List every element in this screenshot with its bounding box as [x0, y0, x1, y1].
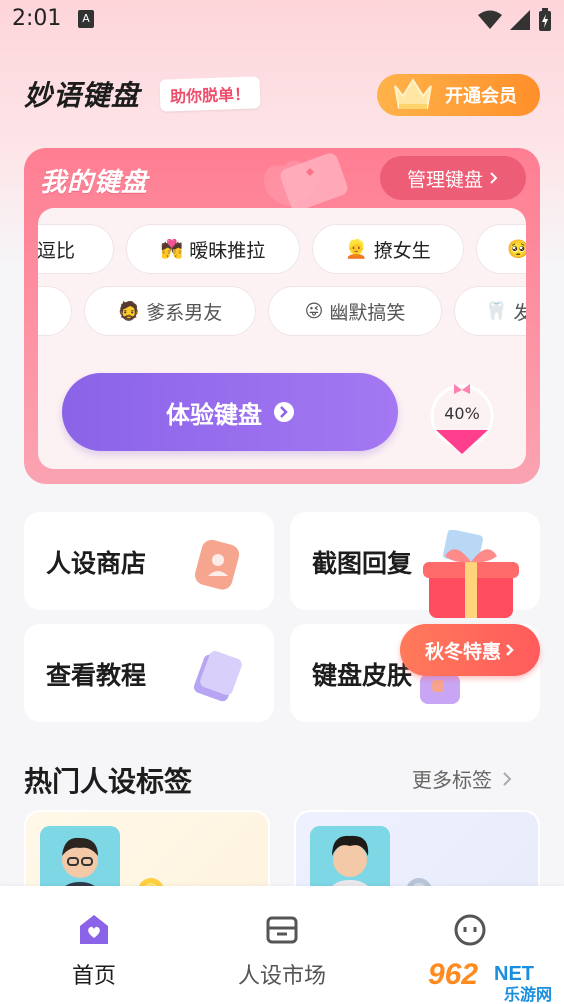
tag-label: 幽默搞笑 — [329, 301, 406, 324]
hot-persona-tags-title: 热门人设标签 — [24, 765, 193, 798]
keyboard-progress: 40% — [430, 376, 494, 454]
tag-chip[interactable]: 😜 幽默搞笑 — [268, 286, 442, 336]
site-watermark-logo: 962 NET 乐游网 — [424, 954, 564, 1004]
tag-label: 逗比 — [38, 239, 75, 262]
kiss-emoji-icon: 💏 — [160, 238, 184, 260]
tag-label: 发 — [513, 301, 526, 324]
chevron-right-icon — [506, 644, 514, 656]
chevron-right-icon — [503, 771, 512, 786]
manage-keyboard-button[interactable]: 管理键盘 — [380, 156, 526, 200]
winking-emoji-icon: 😜 — [304, 300, 324, 322]
watermark-site: 乐游网 — [504, 985, 552, 1004]
nav-home[interactable]: 首页 — [0, 886, 188, 1004]
app-title: 妙语键盘 — [24, 79, 141, 112]
home-icon — [80, 915, 108, 944]
watermark-suffix: NET — [494, 963, 534, 985]
tag-label: 暧昧推拉 — [189, 239, 266, 262]
tooth-emoji-icon: 🦷 — [485, 300, 508, 322]
tutorial-tile[interactable]: 查看教程 — [24, 624, 274, 722]
tag-row-1: 逗比 💏 暧昧推拉 👱 撩女生 🥺 — [38, 224, 526, 274]
tag-chip[interactable]: 🥺 — [476, 224, 526, 274]
nav-persona-market[interactable]: 人设市场 — [188, 886, 376, 1004]
try-keyboard-label: 体验键盘 — [166, 400, 262, 429]
tag-label: 撩女生 — [373, 239, 431, 262]
tag-chip[interactable]: 👱 撩女生 — [312, 224, 464, 274]
more-tags-label: 更多标签 — [412, 768, 492, 792]
keyboard-decoration-icon — [264, 153, 348, 211]
notification-icon: A — [78, 10, 94, 28]
battery-icon — [539, 8, 551, 31]
bearded-man-emoji-icon: 🧔 — [117, 300, 141, 322]
progress-percent: 40% — [444, 404, 480, 423]
tag-chip[interactable]: 🧔 爹系男友 — [84, 286, 256, 336]
nav-home-label: 首页 — [71, 964, 116, 989]
tag-chip[interactable] — [38, 286, 72, 336]
status-time: 2:01 — [12, 6, 62, 31]
chat-face-icon — [454, 914, 486, 946]
tag-label: 爹系男友 — [146, 301, 223, 324]
crown-icon — [394, 78, 432, 109]
try-keyboard-button[interactable]: 体验键盘 — [62, 373, 398, 451]
gift-box-icon — [423, 530, 519, 618]
tag-chip[interactable]: 💏 暧昧推拉 — [126, 224, 300, 274]
watermark-number: 962 — [428, 958, 478, 991]
screenshot-reply-label: 截图回复 — [312, 549, 413, 578]
book-icon — [193, 651, 242, 702]
more-tags-link[interactable]: 更多标签 — [412, 764, 512, 793]
keyboard-preview-panel: 逗比 💏 暧昧推拉 👱 撩女生 🥺 🧔 爹系男友 😜 幽默搞笑 🦷 发 体验键盘… — [38, 208, 526, 469]
slogan-badge: 助你脱单！ — [159, 76, 261, 112]
nav-persona-market-label: 人设市场 — [237, 964, 326, 989]
wifi-icon — [478, 10, 502, 29]
promo-label: 秋冬特惠 — [424, 640, 501, 663]
keyboard-skin-label: 键盘皮肤 — [312, 661, 413, 690]
person-emoji-icon: 👱 — [345, 238, 368, 260]
persona-shop-tile[interactable]: 人设商店 — [24, 512, 274, 610]
tutorial-label: 查看教程 — [46, 661, 147, 690]
my-keyboard-title: 我的键盘 — [40, 168, 149, 198]
chevron-right-icon — [490, 172, 498, 184]
manage-keyboard-label: 管理键盘 — [406, 168, 483, 191]
tag-chip[interactable]: 🦷 发 — [454, 286, 526, 336]
tag-row-2: 🧔 爹系男友 😜 幽默搞笑 🦷 发 — [38, 286, 526, 336]
status-icons — [478, 8, 552, 32]
open-vip-label: 开通会员 — [445, 86, 517, 107]
market-icon — [266, 916, 298, 944]
arrow-right-circle-icon — [274, 402, 294, 422]
autumn-winter-promo-button[interactable]: 秋冬特惠 — [400, 624, 540, 676]
persona-shop-label: 人设商店 — [46, 549, 147, 578]
tag-chip[interactable]: 逗比 — [38, 224, 114, 274]
signal-icon — [510, 10, 530, 30]
status-bar: 2:01 A — [0, 0, 564, 40]
my-keyboard-card: 我的键盘 管理键盘 逗比 💏 暧昧推拉 👱 撩女生 🥺 🧔 爹系男友 😜 幽默搞… — [24, 148, 540, 484]
pleading-emoji-icon: 🥺 — [507, 238, 526, 260]
tag-icon — [194, 539, 240, 590]
open-vip-button[interactable]: 开通会员 — [377, 74, 540, 116]
